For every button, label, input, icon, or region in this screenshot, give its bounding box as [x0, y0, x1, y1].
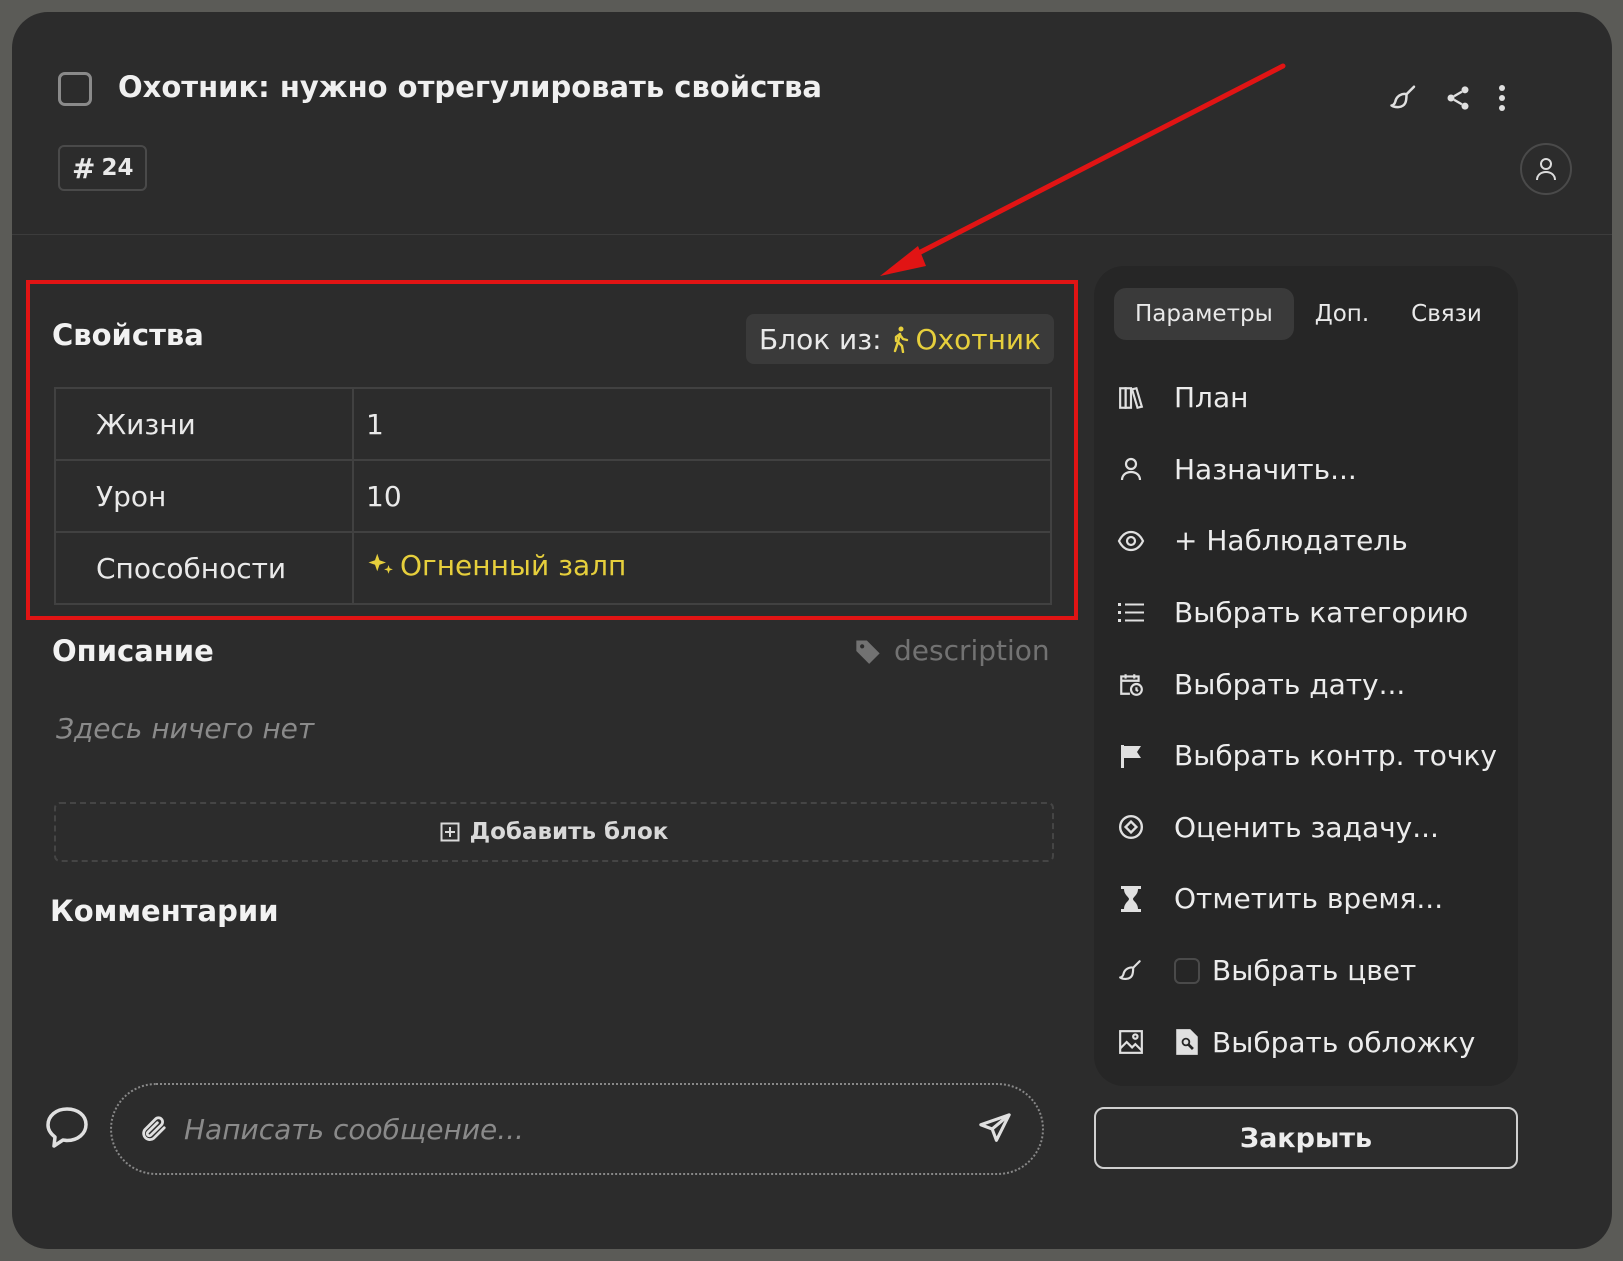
tag-icon — [856, 640, 880, 664]
menu-item-estimate[interactable]: Оценить задачу... — [1094, 792, 1518, 864]
menu-item-label: Оценить задачу... — [1174, 810, 1439, 844]
task-side-panel: Параметры Доп. Связи План Назначить... +… — [1094, 266, 1518, 1086]
books-icon — [1114, 381, 1148, 415]
menu-item-category[interactable]: Выбрать категорию — [1094, 577, 1518, 649]
menu-item-label: План — [1174, 381, 1249, 415]
menu-item-milestone[interactable]: Выбрать контр. точку — [1094, 720, 1518, 792]
highlight-frame — [26, 280, 1078, 620]
description-tag[interactable]: description — [854, 634, 1050, 667]
menu-item-assign[interactable]: Назначить... — [1094, 434, 1518, 506]
send-icon[interactable] — [978, 1112, 1012, 1146]
menu-item-date[interactable]: Выбрать дату... — [1094, 648, 1518, 720]
task-complete-checkbox[interactable] — [58, 72, 92, 106]
tab-extra[interactable]: Доп. — [1294, 288, 1390, 340]
list-icon — [1114, 596, 1148, 630]
image-icon — [1114, 1025, 1148, 1059]
menu-item-label: Выбрать контр. точку — [1174, 739, 1497, 773]
menu-item-color[interactable]: Выбрать цвет — [1094, 935, 1518, 1007]
task-title[interactable]: Охотник: нужно отрегулировать свойства — [118, 70, 822, 104]
task-header: Охотник: нужно отрегулировать свойства #… — [12, 12, 1612, 235]
task-modal: Охотник: нужно отрегулировать свойства #… — [12, 12, 1612, 1249]
add-block-label: Добавить блок — [469, 819, 669, 845]
eye-icon — [1114, 524, 1148, 558]
estimate-icon — [1114, 810, 1148, 844]
plus-square-icon — [440, 822, 460, 842]
menu-item-label: Назначить... — [1174, 452, 1357, 486]
description-empty-text[interactable]: Здесь ничего нет — [56, 712, 314, 745]
flag-icon — [1114, 739, 1148, 773]
side-menu: План Назначить... + Наблюдатель Выбрать … — [1094, 362, 1518, 1078]
comments-title: Комментарии — [50, 894, 279, 928]
menu-item-label: + Наблюдатель — [1174, 524, 1408, 558]
message-composer — [110, 1083, 1044, 1175]
paint-icon — [1114, 954, 1148, 988]
assignee-avatar-button[interactable] — [1520, 143, 1572, 195]
paint-brush-icon[interactable] — [1386, 80, 1422, 116]
close-button[interactable]: Закрыть — [1094, 1107, 1518, 1169]
menu-item-cover[interactable]: Выбрать обложку — [1094, 1006, 1518, 1078]
message-input[interactable] — [182, 1111, 964, 1147]
menu-item-time[interactable]: Отметить время... — [1094, 863, 1518, 935]
menu-item-label: Отметить время... — [1174, 882, 1444, 916]
calendar-clock-icon — [1114, 667, 1148, 701]
file-search-icon — [1174, 1028, 1200, 1056]
task-id-number: 24 — [101, 155, 134, 181]
chat-bubble-icon — [44, 1105, 90, 1151]
color-swatch[interactable] — [1174, 957, 1200, 984]
description-title: Описание — [52, 634, 214, 668]
user-icon — [1114, 452, 1148, 486]
menu-item-watcher[interactable]: + Наблюдатель — [1094, 505, 1518, 577]
menu-item-label: Выбрать обложку — [1212, 1025, 1476, 1059]
description-tag-label: description — [894, 634, 1050, 667]
add-block-button[interactable]: Добавить блок — [54, 802, 1054, 862]
tab-links[interactable]: Связи — [1390, 288, 1503, 340]
more-vertical-icon[interactable] — [1484, 80, 1520, 116]
menu-item-label: Выбрать дату... — [1174, 667, 1406, 701]
hourglass-icon — [1114, 882, 1148, 916]
menu-item-plan[interactable]: План — [1094, 362, 1518, 434]
side-tabs: Параметры Доп. Связи — [1114, 288, 1503, 340]
paperclip-icon[interactable] — [138, 1114, 168, 1144]
menu-item-label: Выбрать цвет — [1212, 954, 1417, 988]
task-id-badge[interactable]: # 24 — [58, 145, 148, 191]
menu-item-label: Выбрать категорию — [1174, 596, 1469, 630]
tab-parameters[interactable]: Параметры — [1114, 288, 1294, 340]
share-icon[interactable] — [1440, 80, 1476, 116]
hash-icon: # — [72, 151, 96, 185]
